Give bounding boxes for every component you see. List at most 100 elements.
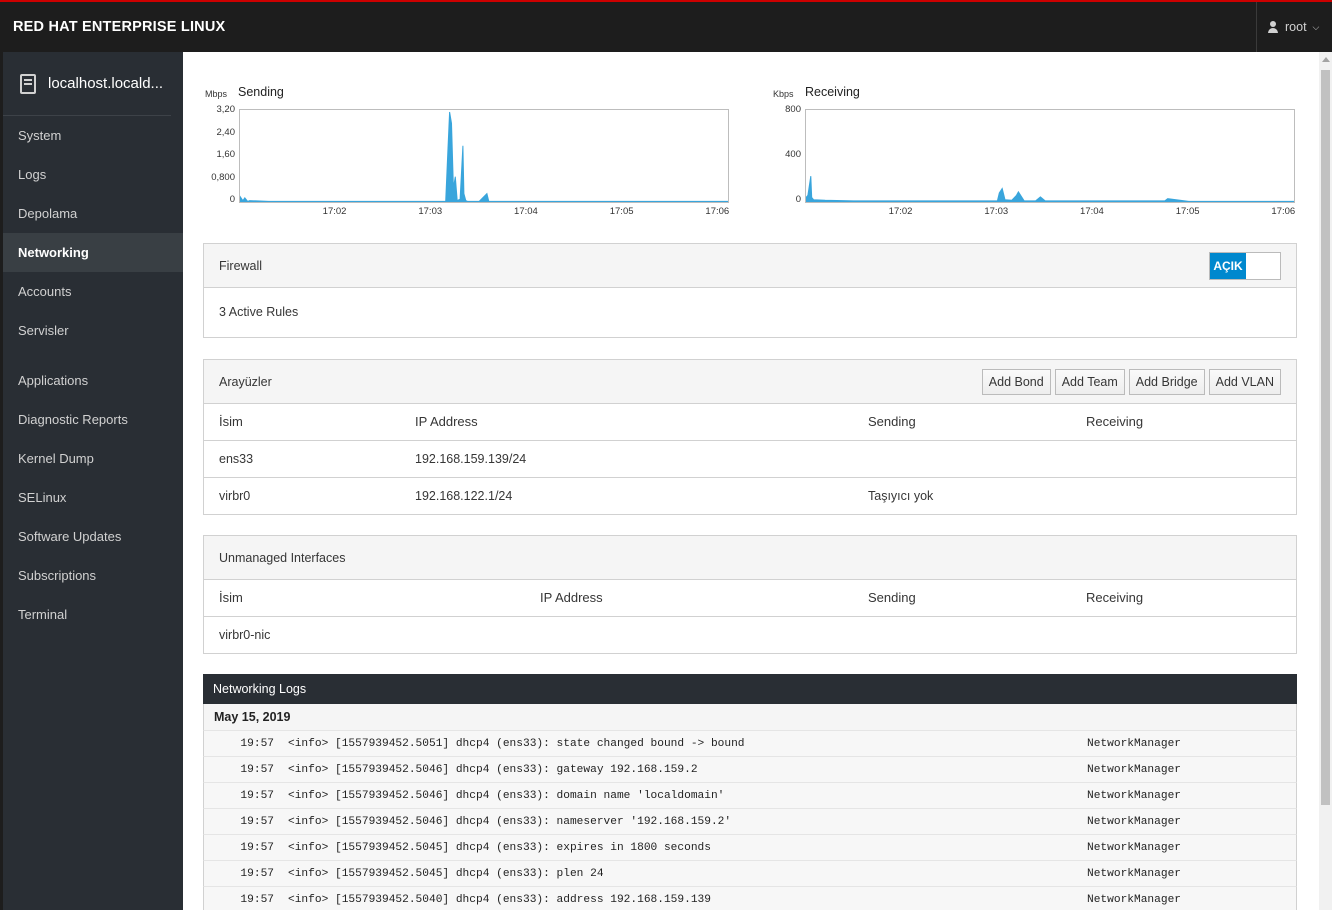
log-entry[interactable]: 19:57 <info> [1557939452.5045] dhcp4 (ens…: [203, 834, 1297, 860]
log-entry[interactable]: 19:57 <info> [1557939452.5045] dhcp4 (ens…: [203, 860, 1297, 886]
log-source: NetworkManager: [1087, 841, 1181, 854]
table-row[interactable]: virbr0 192.168.122.1/24 Taşıyıcı yok: [204, 477, 1296, 514]
y-tick-label: 0,800: [211, 171, 235, 183]
sidebar-nav: System Logs Depolama Networking Accounts Serv…: [3, 116, 183, 350]
log-entry[interactable]: 19:57 <info> [1557939452.5046] dhcp4 (ens…: [203, 756, 1297, 782]
user-icon: [1267, 21, 1279, 33]
sidebar-item-servisler[interactable]: Servisler: [3, 311, 183, 350]
y-tick-label: 400: [785, 149, 801, 160]
add-team-button[interactable]: Add Team: [1054, 368, 1125, 395]
interface-sending: [853, 440, 1071, 478]
table-row[interactable]: ens33 192.168.159.139/24: [204, 440, 1296, 478]
receiving-title: Receiving: [805, 85, 860, 99]
log-message: <info> [1557939452.5046] dhcp4 (ens33): …: [288, 763, 698, 776]
column-header: Sending: [853, 580, 1071, 617]
sidebar-item-kernel-dump[interactable]: Kernel Dump: [3, 439, 183, 478]
log-source: NetworkManager: [1087, 789, 1181, 802]
y-tick-label: 0: [229, 194, 235, 205]
x-tick-label: 17:03: [984, 206, 1009, 217]
sending-chart: Mbps Sending 3,20 2,40 1,60 0,800 0 17:02 17:0…: [205, 85, 735, 225]
sending-title: Sending: [238, 85, 284, 99]
y-tick-label: 3,20: [216, 104, 236, 115]
sidebar-item-software-updates[interactable]: Software Updates: [3, 517, 183, 556]
host-switcher[interactable]: localhost.locald...: [3, 52, 171, 116]
y-tick-label: 2,40: [216, 126, 236, 138]
firewall-link[interactable]: Firewall: [219, 259, 262, 273]
unmanaged-panel: Unmanaged Interfaces İsim IP Address Sen…: [203, 535, 1297, 654]
log-time: 19:57: [240, 737, 274, 750]
column-header: İsim: [204, 404, 400, 441]
column-header: IP Address: [525, 580, 853, 617]
interfaces-table: İsim IP Address Sending Receiving ens33 …: [204, 404, 1296, 514]
log-source: NetworkManager: [1087, 763, 1181, 776]
sidebar-item-terminal[interactable]: Terminal: [3, 595, 183, 634]
scroll-up-icon[interactable]: [1322, 57, 1330, 62]
add-bridge-button[interactable]: Add Bridge: [1128, 368, 1205, 395]
sidebar-item-selinux[interactable]: SELinux: [3, 478, 183, 517]
x-tick-label: 17:05: [609, 206, 634, 217]
unmanaged-table: İsim IP Address Sending Receiving virbr0…: [204, 580, 1296, 653]
interface-receiving: [1071, 477, 1296, 514]
logs-title: Networking Logs: [203, 674, 1297, 704]
scroll-thumb[interactable]: [1321, 70, 1330, 805]
x-tick-label: 17:06: [1271, 206, 1296, 217]
log-source: NetworkManager: [1087, 893, 1181, 906]
interface-ip: [525, 616, 853, 653]
log-entry[interactable]: 19:57 <info> [1557939452.5040] dhcp4 (ens…: [203, 886, 1297, 910]
sidebar-item-networking[interactable]: Networking: [3, 233, 183, 272]
y-tick-label: 800: [785, 104, 801, 115]
log-time: 19:57: [240, 893, 274, 906]
log-entry[interactable]: 19:57 <info> [1557939452.5046] dhcp4 (ens…: [203, 808, 1297, 834]
log-time: 19:57: [240, 867, 274, 880]
brand-title: RED HAT ENTERPRISE LINUX: [13, 19, 226, 35]
interface-receiving: [1071, 616, 1296, 653]
log-message: <info> [1557939452.5045] dhcp4 (ens33): …: [288, 867, 604, 880]
x-tick-label: 17:06: [705, 206, 730, 217]
interfaces-panel: Arayüzler Add Bond Add Team Add Bridge A…: [203, 359, 1297, 515]
log-source: NetworkManager: [1087, 737, 1181, 750]
series-area: [806, 176, 1294, 202]
log-time: 19:57: [240, 841, 274, 854]
interface-name: virbr0-nic: [219, 627, 271, 642]
firewall-toggle[interactable]: AÇIK: [1209, 251, 1281, 280]
receiving-unit: Kbps: [773, 89, 794, 99]
chart-plot-area: [805, 109, 1295, 203]
log-entry[interactable]: 19:57 <info> [1557939452.5051] dhcp4 (ens…: [203, 730, 1297, 756]
log-time: 19:57: [240, 763, 274, 776]
interface-sending: [853, 616, 1071, 653]
top-bar: RED HAT ENTERPRISE LINUX root ⌵: [0, 0, 1332, 52]
interfaces-title: Arayüzler: [219, 374, 272, 389]
firewall-toggle-label: AÇIK: [1210, 252, 1246, 279]
log-time: 19:57: [240, 789, 274, 802]
host-name: localhost.locald...: [48, 75, 164, 92]
interface-name: ens33: [204, 440, 400, 478]
sidebar-nav-tools: Applications Diagnostic Reports Kernel Dum…: [3, 361, 183, 634]
sidebar-item-system[interactable]: System: [3, 116, 183, 155]
sidebar-item-depolama[interactable]: Depolama: [3, 194, 183, 233]
add-bond-button[interactable]: Add Bond: [981, 368, 1051, 395]
interface-sending: Taşıyıcı yok: [868, 488, 934, 503]
sidebar-item-accounts[interactable]: Accounts: [3, 272, 183, 311]
table-row[interactable]: virbr0-nic: [204, 616, 1296, 653]
sidebar-item-subscriptions[interactable]: Subscriptions: [3, 556, 183, 595]
sidebar-item-applications[interactable]: Applications: [3, 361, 183, 400]
series-area: [240, 111, 728, 202]
log-entry[interactable]: 19:57 <info> [1557939452.5046] dhcp4 (ens…: [203, 782, 1297, 808]
main-content: Mbps Sending 3,20 2,40 1,60 0,800 0 17:02 17:0…: [183, 52, 1319, 910]
firewall-panel: Firewall AÇIK 3 Active Rules: [203, 243, 1297, 338]
sidebar-item-logs[interactable]: Logs: [3, 155, 183, 194]
log-time: 19:57: [240, 815, 274, 828]
add-vlan-button[interactable]: Add VLAN: [1208, 368, 1281, 395]
y-tick-label: 0: [795, 194, 801, 205]
log-message: <info> [1557939452.5051] dhcp4 (ens33): …: [288, 737, 745, 750]
x-tick-label: 17:04: [1080, 206, 1104, 217]
log-message: <info> [1557939452.5046] dhcp4 (ens33): …: [288, 815, 732, 828]
sidebar-item-diagnostic-reports[interactable]: Diagnostic Reports: [3, 400, 183, 439]
scrollbar[interactable]: [1319, 52, 1332, 910]
log-message: <info> [1557939452.5040] dhcp4 (ens33): …: [288, 893, 711, 906]
chart-svg: [806, 176, 1294, 202]
user-name: root: [1285, 20, 1307, 34]
firewall-rules: 3 Active Rules: [219, 305, 299, 319]
log-source: NetworkManager: [1087, 815, 1181, 828]
user-menu[interactable]: root ⌵: [1256, 2, 1332, 52]
